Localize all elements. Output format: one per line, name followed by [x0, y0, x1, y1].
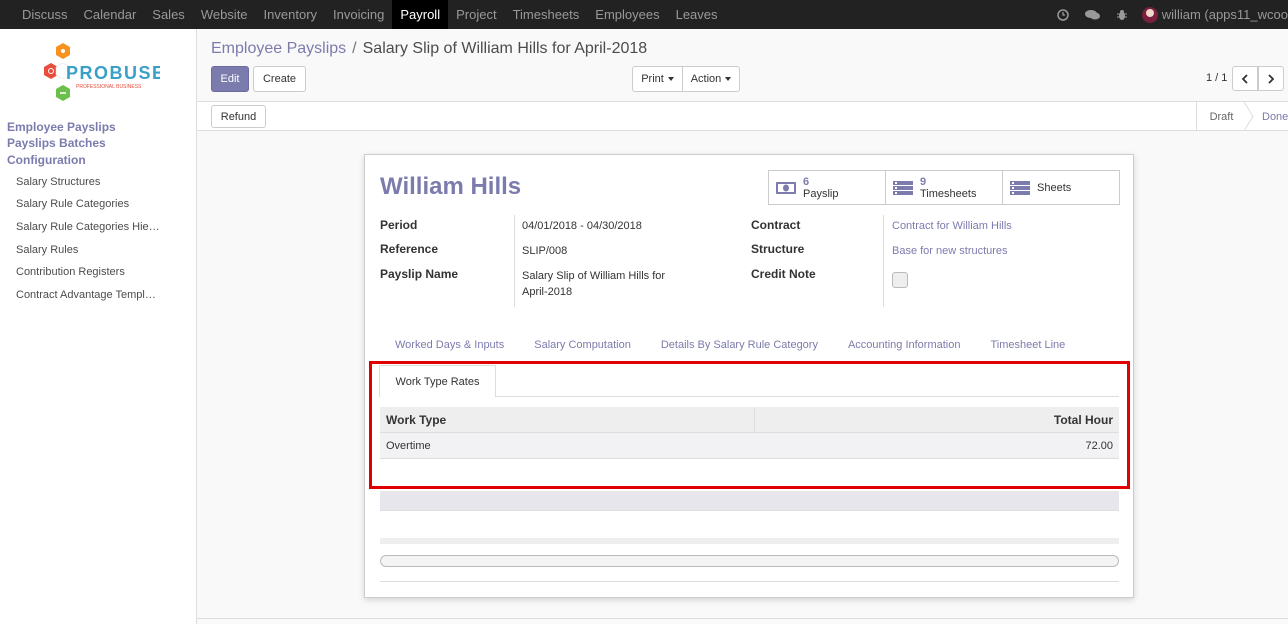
sidebar-item-payslips-batches[interactable]: Payslips Batches [7, 136, 106, 150]
payslip-count: 6 [803, 175, 810, 188]
payslip-name-value-line1[interactable]: Salary Slip of William Hills for [522, 268, 665, 284]
menu-leaves[interactable]: Leaves [668, 0, 726, 29]
reference-label: Reference [380, 242, 439, 256]
bug-icon[interactable] [1108, 0, 1136, 29]
sidebar-item-salary-rules[interactable]: Salary Rules [16, 244, 78, 256]
field-divider [883, 215, 884, 307]
action-label: Action [690, 73, 722, 85]
tab-salary-computation[interactable]: Salary Computation [519, 331, 646, 359]
menu-inventory[interactable]: Inventory [256, 0, 325, 29]
sidebar-item-employee-payslips[interactable]: Employee Payslips [7, 120, 116, 134]
tab-details-by-salary-rule-category[interactable]: Details By Salary Rule Category [646, 331, 833, 359]
payslip-name-value-line2[interactable]: April-2018 [522, 284, 572, 300]
period-value[interactable]: 04/01/2018 - 04/30/2018 [522, 218, 642, 234]
payslip-name-label: Payslip Name [380, 267, 459, 281]
page-bottom-divider [197, 618, 1288, 619]
notebook-tabs: Worked Days & Inputs Salary Computation … [380, 331, 1080, 359]
field-divider [514, 215, 515, 307]
create-button[interactable]: Create [253, 66, 306, 92]
status-done[interactable]: Done [1252, 102, 1288, 131]
breadcrumb-separator: / [352, 40, 357, 57]
main-menu: Discuss Calendar Sales Website Inventory… [14, 0, 726, 29]
menu-discuss[interactable]: Discuss [14, 0, 76, 29]
chevron-left-icon [1241, 73, 1248, 84]
pager-value[interactable]: 1 / 1 [1206, 72, 1227, 84]
list-icon [1010, 180, 1030, 195]
top-navbar: Discuss Calendar Sales Website Inventory… [0, 0, 1288, 29]
contract-link[interactable]: Contract for William Hills [892, 220, 1012, 232]
pager-next-button[interactable] [1258, 66, 1284, 91]
menu-website[interactable]: Website [193, 0, 256, 29]
sidebar: PROBUSE PROFESSIONAL BUSINESS Employee P… [0, 29, 197, 624]
period-label: Period [380, 218, 418, 232]
sidebar-item-salary-structures[interactable]: Salary Structures [16, 176, 100, 188]
print-label: Print [641, 73, 664, 85]
menu-project[interactable]: Project [448, 0, 504, 29]
smart-buttons: 6 Payslip 9 Timesheets Sheets [768, 170, 1120, 205]
menu-calendar[interactable]: Calendar [76, 0, 145, 29]
chevron-right-icon [1268, 73, 1275, 84]
refund-button[interactable]: Refund [211, 105, 266, 128]
table-footer-band [380, 491, 1119, 511]
employee-name: William Hills [380, 173, 522, 200]
logo-text: PROBUSE [66, 63, 160, 83]
action-dropdown[interactable]: Action [682, 66, 740, 92]
breadcrumb-current: Salary Slip of William Hills for April-2… [362, 40, 648, 57]
logo-subtext: PROFESSIONAL BUSINESS [76, 84, 142, 90]
systray: william (apps11_wcoo [1049, 0, 1288, 29]
payslip-label: Payslip [803, 187, 839, 200]
breadcrumb-parent[interactable]: Employee Payslips [211, 40, 346, 57]
avatar [1141, 6, 1158, 23]
sidebar-item-contract-advantage-templates[interactable]: Contract Advantage Templ… [16, 289, 156, 301]
user-menu[interactable]: william (apps11_wcoo [1136, 6, 1288, 23]
status-draft[interactable]: Draft [1196, 102, 1246, 131]
pager-previous-button[interactable] [1232, 66, 1258, 91]
menu-invoicing[interactable]: Invoicing [325, 0, 392, 29]
reference-value[interactable]: SLIP/008 [522, 243, 567, 259]
sheets-label: Sheets [1037, 181, 1072, 194]
menu-payroll[interactable]: Payroll [392, 0, 449, 29]
breadcrumb: Employee Payslips / Salary Slip of William… [211, 40, 647, 58]
tab-timesheet-line[interactable]: Timesheet Line [975, 331, 1080, 359]
structure-label: Structure [751, 242, 805, 256]
menu-sales[interactable]: Sales [144, 0, 193, 29]
tab-accounting-information[interactable]: Accounting Information [833, 331, 976, 359]
sidebar-item-configuration[interactable]: Configuration [7, 153, 86, 167]
edit-button[interactable]: Edit [211, 66, 249, 92]
tab-worked-days-inputs[interactable]: Worked Days & Inputs [380, 331, 519, 359]
timesheets-smart-button[interactable]: 9 Timesheets [886, 171, 1003, 204]
structure-link[interactable]: Base for new structures [892, 245, 1008, 257]
chevron-down-icon [725, 77, 732, 81]
menu-timesheets[interactable]: Timesheets [505, 0, 588, 29]
probuse-logo[interactable]: PROBUSE PROFESSIONAL BUSINESS [38, 41, 164, 107]
horizontal-scrollbar[interactable] [380, 555, 1119, 567]
payslip-smart-button[interactable]: 6 Payslip [769, 171, 886, 204]
sheets-smart-button[interactable]: Sheets [1003, 171, 1119, 204]
timesheets-label: Timesheets [920, 187, 977, 200]
user-name: william (apps11_wcoo [1161, 7, 1288, 22]
money-icon [776, 181, 796, 194]
statusbar [197, 102, 1288, 131]
highlight-annotation-box [369, 361, 1130, 489]
menu-employees[interactable]: Employees [587, 0, 667, 29]
sidebar-item-salary-rule-categories-hierarchy[interactable]: Salary Rule Categories Hie… [16, 221, 160, 233]
credit-note-label: Credit Note [751, 267, 816, 281]
chat-icon[interactable] [1077, 0, 1108, 29]
divider [380, 581, 1119, 582]
sidebar-item-salary-rule-categories[interactable]: Salary Rule Categories [16, 198, 129, 210]
horizontal-scroll-track [380, 538, 1119, 544]
sidebar-item-contribution-registers[interactable]: Contribution Registers [16, 266, 125, 278]
credit-note-checkbox[interactable] [892, 272, 908, 288]
timesheets-count: 9 [920, 175, 927, 188]
contract-label: Contract [751, 218, 801, 232]
clock-icon[interactable] [1049, 0, 1077, 29]
print-dropdown[interactable]: Print [632, 66, 683, 92]
list-icon [893, 180, 913, 195]
chevron-down-icon [667, 77, 674, 81]
